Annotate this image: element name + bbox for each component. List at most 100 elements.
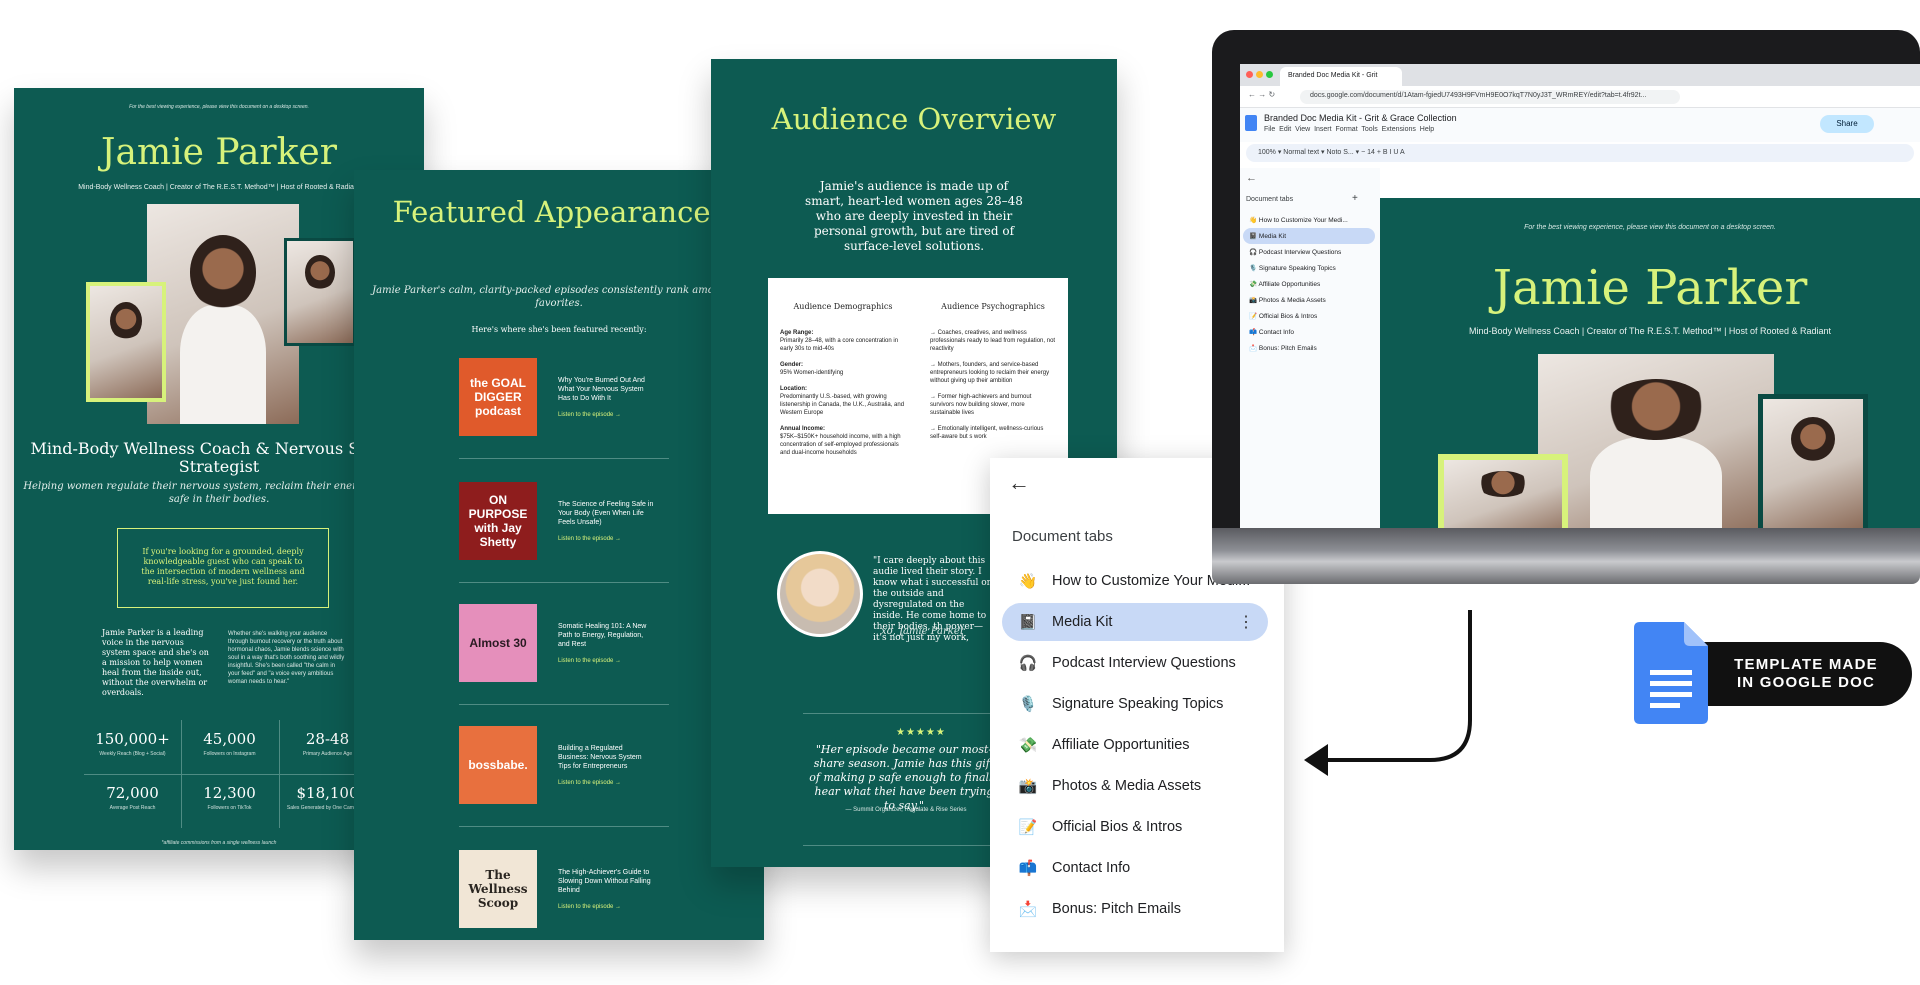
episode-title: Why You're Burned Out And What Your Nerv… [558, 377, 645, 402]
episode-item: ON PURPOSE with Jay Shetty The Science o… [459, 482, 699, 592]
portrait-photo-right [1758, 394, 1868, 528]
bio-left: Jamie Parker is a leading voice in the n… [102, 628, 209, 697]
google-docs-icon[interactable] [1245, 115, 1257, 131]
sidebar-tab-podcast-questions[interactable]: 🎧 Podcast Interview Questions [1243, 244, 1375, 260]
doc-tab-podcast-questions[interactable]: 🎧 Podcast Interview Questions [1002, 644, 1268, 682]
mailbox-icon: 📫 [1018, 860, 1038, 877]
episode-link[interactable]: Listen to the episode → [558, 658, 621, 664]
doc-tab-label: Media Kit [1052, 614, 1113, 630]
doc-tab-label: Bonus: Pitch Emails [1052, 901, 1181, 917]
stats-grid: 150,000+ Weekly Reach (Blog + Social) 45,… [84, 720, 376, 828]
menu-file[interactable]: File [1264, 126, 1275, 133]
headphones-icon: 🎧 [1018, 655, 1038, 672]
browser-toolbar: ← → ↻ docs.google.com/document/d/1Atam-f… [1240, 86, 1920, 108]
episode-title: Somatic Healing 101: A New Path to Energ… [558, 623, 647, 648]
menu-tools[interactable]: Tools [1361, 126, 1377, 133]
notebook-icon: 📓 [1018, 614, 1038, 631]
plus-icon[interactable]: + [1352, 193, 1358, 204]
doc-tab-label: Affiliate Opportunities [1052, 737, 1190, 753]
episode-link[interactable]: Listen to the episode → [558, 412, 621, 418]
menu-edit[interactable]: Edit [1279, 126, 1291, 133]
podcast-cover: bossbabe. [459, 726, 537, 804]
browser-tab[interactable]: Branded Doc Media Kit - Grit [1280, 67, 1402, 86]
docs-formatting-toolbar[interactable]: 100% ▾ Normal text ▾ Noto S... ▾ − 14 + … [1246, 144, 1914, 162]
episode-link[interactable]: Listen to the episode → [558, 780, 621, 786]
callout-box: If you're looking for a grounded, deeply… [117, 528, 329, 608]
podcast-cover: The Wellness Scoop [459, 850, 537, 928]
rating-stars: ★★★★★ [896, 727, 946, 738]
podcast-cover: the GOAL DIGGER podcast [459, 358, 537, 436]
google-docs-icon [1634, 622, 1708, 724]
psychographics-title: Audience Psychographics [941, 302, 1045, 311]
sidebar-tab-photos[interactable]: 📸 Photos & Media Assets [1243, 292, 1375, 308]
episode-title: Building a Regulated Business: Nervous S… [558, 745, 642, 770]
memo-icon: 📝 [1018, 819, 1038, 836]
arrow-left-icon[interactable]: ← [1246, 172, 1257, 184]
laptop-base [1212, 528, 1920, 584]
doc-tab-label: Contact Info [1052, 860, 1131, 876]
address-bar[interactable]: docs.google.com/document/d/1Atam-fgiedU7… [1300, 90, 1680, 104]
sidebar-header: Document tabs [1246, 196, 1294, 203]
waving-hand-icon: 👋 [1018, 573, 1038, 590]
bio-right: Whether she's walking your audience thro… [228, 631, 345, 685]
doc-tab-affiliate[interactable]: 💸 Affiliate Opportunities [1002, 726, 1268, 764]
doc-tab-contact[interactable]: 📫 Contact Info [1002, 849, 1268, 887]
doc-tab-label: Signature Speaking Topics [1052, 696, 1224, 712]
signature: xo, Jamie Parker [881, 626, 965, 637]
document-canvas: For the best viewing experience, please … [1380, 198, 1920, 528]
sidebar-tab-bios[interactable]: 📝 Official Bios & Intros [1243, 308, 1375, 324]
testimonial-attribution: — Summit Organizer, Regulate & Rise Seri… [845, 807, 967, 813]
audience-title: Audience Overview [771, 102, 1057, 136]
doc-tab-media-kit[interactable]: 📓 Media Kit ⋮ [1002, 603, 1268, 641]
avatar [777, 551, 863, 637]
sidebar-tab-media-kit[interactable]: 📓 Media Kit [1243, 228, 1375, 244]
menu-view[interactable]: View [1295, 126, 1310, 133]
episode-item: the GOAL DIGGER podcast Why You're Burne… [459, 358, 699, 468]
appearances-subtitle: Jamie Parker's calm, clarity-packed epis… [372, 285, 746, 309]
desktop-view-note: For the best viewing experience, please … [129, 104, 309, 110]
share-button[interactable]: Share [1820, 115, 1874, 133]
more-vertical-icon[interactable]: ⋮ [1238, 612, 1254, 632]
stat-weekly-reach: 150,000+ Weekly Reach (Blog + Social) [95, 730, 170, 757]
sidebar-tab-contact[interactable]: 📫 Contact Info [1243, 324, 1375, 340]
doc-tab-pitch-emails[interactable]: 📩 Bonus: Pitch Emails [1002, 890, 1268, 928]
browser-tab-strip: Branded Doc Media Kit - Grit [1240, 64, 1920, 86]
doc-tab-label: Photos & Media Assets [1052, 778, 1202, 794]
portrait-photo-left [1438, 454, 1568, 528]
stat-post-reach: 72,000 Average Post Reach [106, 784, 159, 811]
menu-extensions[interactable]: Extensions [1382, 126, 1416, 133]
document-tabs-header: Document tabs [1012, 528, 1113, 545]
stat-instagram: 45,000 Followers on Instagram [203, 730, 256, 757]
doc-tab-speaking-topics[interactable]: 🎙️ Signature Speaking Topics [1002, 685, 1268, 723]
menu-insert[interactable]: Insert [1314, 126, 1332, 133]
doc-tab-label: Official Bios & Intros [1052, 819, 1183, 835]
portrait-photo-right [284, 238, 356, 346]
badge-text: TEMPLATE MADE IN GOOGLE DOC [1734, 656, 1878, 691]
episode-link[interactable]: Listen to the episode → [558, 536, 621, 542]
menu-help[interactable]: Help [1420, 126, 1434, 133]
template-badge: TEMPLATE MADE IN GOOGLE DOC [1634, 622, 1914, 726]
episode-item: bossbabe. Building a Regulated Business:… [459, 726, 699, 836]
sidebar-tab-pitch-emails[interactable]: 📩 Bonus: Pitch Emails [1243, 340, 1375, 356]
episode-link[interactable]: Listen to the episode → [558, 904, 621, 910]
appearances-title: Featured Appearances [392, 195, 726, 229]
demographics-card: Audience Demographics Age Range: Primaril… [768, 278, 918, 514]
episode-item: The Wellness Scoop The High-Achiever's G… [459, 850, 699, 940]
doc-tab-bios[interactable]: 📝 Official Bios & Intros [1002, 808, 1268, 846]
portrait-photo-main [147, 204, 299, 424]
arrow-left-icon[interactable]: ← [1008, 470, 1030, 496]
kit-role: Mind-Body Wellness Coach | Creator of Th… [1468, 326, 1831, 336]
media-kit-page-appearances: Featured Appearances Jamie Parker's calm… [354, 170, 764, 940]
menu-format[interactable]: Format [1335, 126, 1357, 133]
laptop-mockup: Branded Doc Media Kit - Grit ← → ↻ docs.… [1212, 30, 1920, 590]
audience-intro: Jamie's audience is made up of smart, he… [805, 179, 1023, 253]
sidebar-tab-speaking-topics[interactable]: 🎙️ Signature Speaking Topics [1243, 260, 1375, 276]
episode-title: The Science of Feeling Safe in Your Body… [558, 501, 654, 526]
nav-arrows-icon[interactable]: ← → ↻ [1248, 90, 1275, 99]
doc-tab-photos[interactable]: 📸 Photos & Media Assets [1002, 767, 1268, 805]
stat-tiktok: 12,300 Followers on TikTok [203, 784, 256, 811]
sidebar-tab-affiliate[interactable]: 💸 Affiliate Opportunities [1243, 276, 1375, 292]
document-title[interactable]: Branded Doc Media Kit - Grit & Grace Col… [1264, 113, 1457, 123]
docs-header: Branded Doc Media Kit - Grit & Grace Col… [1240, 108, 1920, 142]
sidebar-tab-how-to-customize[interactable]: 👋 How to Customize Your Medi... [1243, 212, 1375, 228]
